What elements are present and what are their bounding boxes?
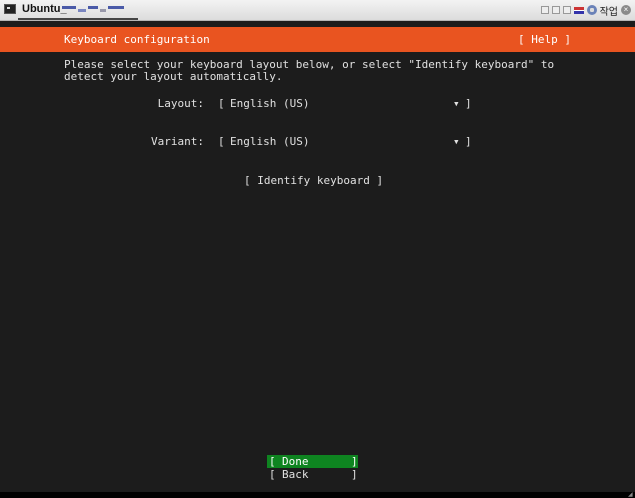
done-label: Done xyxy=(282,455,309,468)
layout-value: English (US) xyxy=(230,97,310,110)
redacted-title-text xyxy=(60,5,130,15)
header-bar: Keyboard configuration [ Help ] xyxy=(0,27,635,52)
window-titlebar[interactable]: Ubuntu_ 작업 × xyxy=(0,0,635,21)
gear-icon[interactable] xyxy=(586,5,597,15)
chevron-down-icon: ▾ xyxy=(453,97,460,110)
instructions-line-2: detect your layout automatically. xyxy=(64,70,283,83)
layout-label: Layout: xyxy=(157,97,204,110)
variant-open-bracket: [ xyxy=(218,135,225,148)
done-button[interactable]: [ Done ] xyxy=(267,455,358,468)
variant-label-cell: Variant: xyxy=(100,135,204,149)
done-close-bracket: ] xyxy=(351,455,358,468)
identify-keyboard-button[interactable]: [ Identify keyboard ] xyxy=(244,174,383,187)
back-close-bracket: ] xyxy=(351,468,358,481)
variant-dropdown[interactable]: [ English (US) ▾ ] xyxy=(218,135,473,149)
window-bottom-edge: ◢ xyxy=(0,492,635,498)
minimize-icon[interactable] xyxy=(540,6,549,14)
vm-window: Ubuntu_ 작업 × Keyboard configuration [ He… xyxy=(0,0,635,498)
title-tab-underline xyxy=(18,18,138,20)
layout-label-cell: Layout: xyxy=(100,97,204,111)
variant-label: Variant: xyxy=(151,135,204,148)
page-title: Keyboard configuration xyxy=(64,33,210,46)
layout-close-bracket: ] xyxy=(465,97,472,110)
layout-dropdown[interactable]: [ English (US) ▾ ] xyxy=(218,97,473,111)
done-open-bracket: [ xyxy=(269,455,276,468)
close-icon[interactable]: × xyxy=(621,5,631,15)
variant-value: English (US) xyxy=(230,135,310,148)
flag-icon[interactable] xyxy=(573,6,584,14)
work-label[interactable]: 작업 xyxy=(600,3,618,18)
layout-open-bracket: [ xyxy=(218,97,225,110)
back-button[interactable]: [ Back ] xyxy=(267,468,358,481)
back-open-bracket: [ xyxy=(269,468,276,481)
instructions-text: Please select your keyboard layout below… xyxy=(64,59,584,83)
restore-icon[interactable] xyxy=(551,6,560,14)
titlebar-controls: 작업 × xyxy=(540,3,631,18)
terminal-icon xyxy=(4,4,16,14)
chevron-down-icon: ▾ xyxy=(453,135,460,148)
maximize-icon[interactable] xyxy=(562,6,571,14)
help-button[interactable]: [ Help ] xyxy=(518,33,571,46)
resize-grip-icon[interactable]: ◢ xyxy=(628,492,634,498)
back-label: Back xyxy=(282,468,309,481)
variant-close-bracket: ] xyxy=(465,135,472,148)
installer-screen: Keyboard configuration [ Help ] Please s… xyxy=(0,21,635,492)
